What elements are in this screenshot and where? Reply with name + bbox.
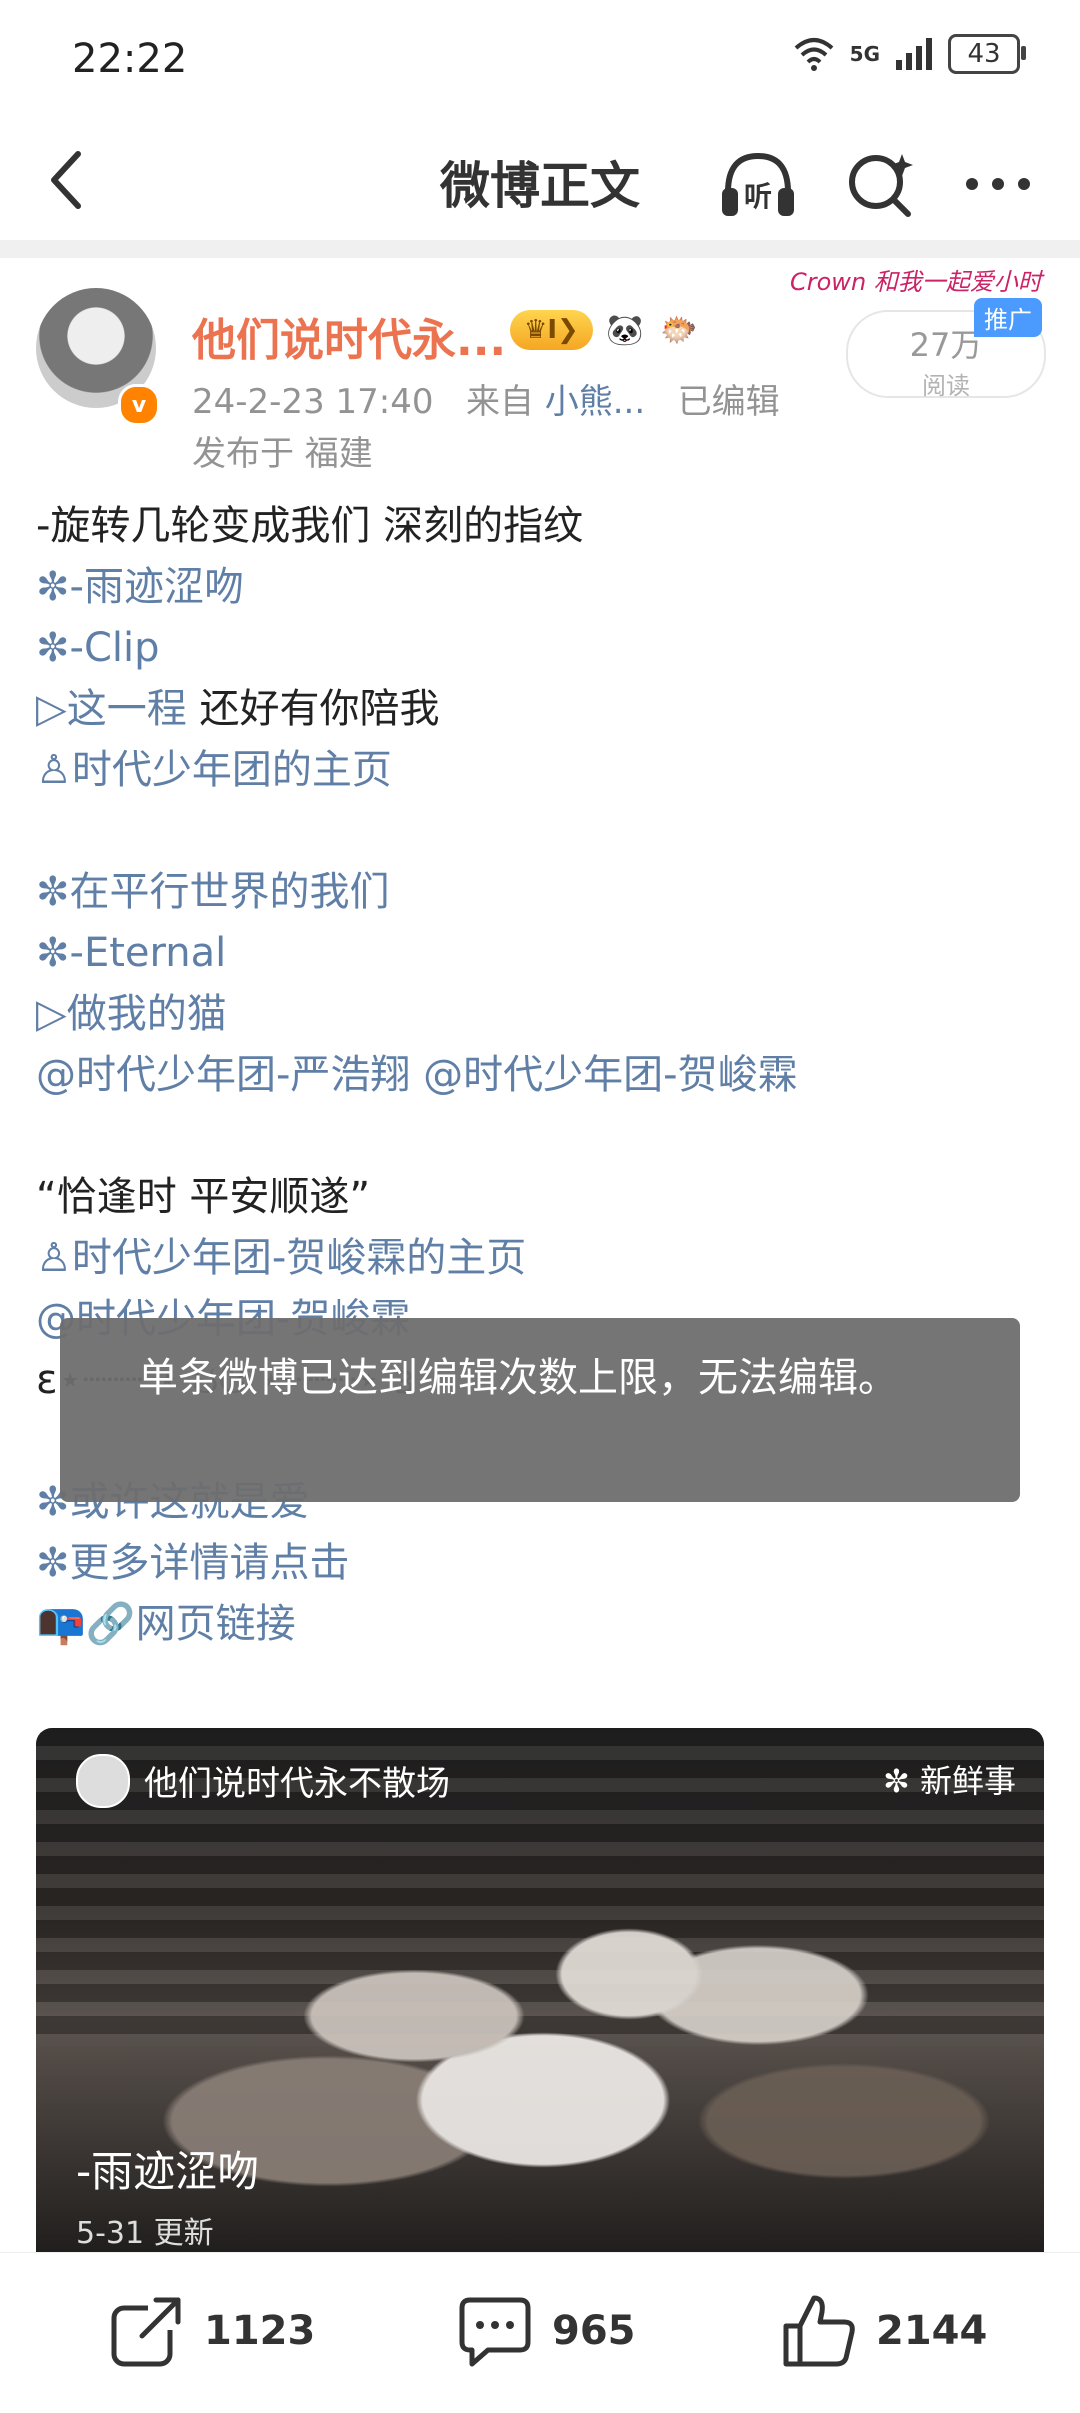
content-text: 📭 — [36, 1601, 86, 1647]
media-card[interactable]: 他们说时代永不散场 ✼ 新鲜事 -雨迹涩吻 5-31 更新 — [36, 1728, 1044, 2258]
crown-sticker: Crown 和我一起爱小时 — [790, 268, 1042, 296]
card-title: -雨迹涩吻 — [76, 2147, 260, 2196]
listen-button[interactable]: 听 — [718, 144, 798, 224]
content-link[interactable]: ✼-Eternal — [36, 930, 226, 976]
repost-button[interactable]: 1123 — [108, 2291, 315, 2371]
bottom-action-bar: 1123 965 2144 — [0, 2252, 1080, 2413]
post-meta: 24-2-23 17:40 来自 小熊... 已编辑 — [192, 374, 780, 423]
edited-label[interactable]: 已编辑 — [678, 382, 780, 422]
top-nav-bar: 微博正文 听 — [0, 120, 1080, 240]
signal-icon — [896, 38, 932, 70]
post-location: 发布于 福建 — [192, 434, 373, 474]
content-text: “恰逢时 平安顺遂” — [36, 1174, 371, 1220]
post-time: 24-2-23 17:40 — [192, 382, 434, 422]
content-line: -旋转几轮变成我们 深刻的指纹 — [36, 496, 1046, 557]
content-link[interactable]: ✼-Clip — [36, 625, 160, 671]
content-line: 📭🔗网页链接 — [36, 1594, 1046, 1655]
content-line: ♙时代少年团的主页 — [36, 740, 1046, 801]
content-line: @时代少年团-严浩翔 @时代少年团-贺峻霖 — [36, 1045, 1046, 1106]
repost-icon — [111, 2294, 184, 2367]
comment-count: 965 — [552, 2308, 636, 2354]
post-source[interactable]: 小熊... — [545, 382, 645, 422]
promo-tag: 推广 — [974, 298, 1042, 337]
content-link[interactable]: @时代少年团-严浩翔 @时代少年团-贺峻霖 — [36, 1052, 798, 1098]
status-bar: 22:22 5G 43 — [0, 0, 1080, 120]
content-line: ✼在平行世界的我们 — [36, 862, 1046, 923]
battery-level: 43 — [967, 39, 1001, 69]
username[interactable]: 他们说时代永... — [192, 304, 506, 368]
card-tag: ✼ 新鲜事 — [883, 1762, 1016, 1800]
more-button[interactable] — [958, 144, 1038, 224]
more-icon — [966, 178, 1030, 190]
content-link[interactable]: 🔗网页链接 — [86, 1601, 296, 1647]
fish-badge-icon: 🐡 — [660, 312, 698, 348]
source-prefix: 来自 — [465, 382, 534, 422]
content-text: 还好有你陪我 — [186, 686, 440, 732]
edit-limit-toast: 单条微博已达到编辑次数上限，无法编辑。 — [60, 1318, 1020, 1502]
thumbs-up-icon — [783, 2295, 855, 2367]
content-link[interactable]: ▷做我的猫 — [36, 991, 227, 1037]
content-line: ▷这一程 还好有你陪我 — [36, 679, 1046, 740]
content-blank-line — [36, 1106, 1046, 1167]
content-line: ♙时代少年团-贺峻霖的主页 — [36, 1228, 1046, 1289]
content-link[interactable]: ✼-雨迹涩吻 — [36, 564, 244, 610]
headphones-icon: 听 — [722, 152, 794, 216]
content-blank-line — [36, 801, 1046, 862]
repost-count: 1123 — [204, 2308, 316, 2354]
content-line: ✼更多详情请点击 — [36, 1533, 1046, 1594]
card-avatar — [76, 1754, 130, 1808]
content-link[interactable]: ♙时代少年团-贺峻霖的主页 — [36, 1235, 526, 1281]
like-button[interactable]: 2144 — [780, 2291, 987, 2371]
content-link[interactable]: ✼在平行世界的我们 — [36, 869, 390, 915]
status-icons: 5G 43 — [792, 34, 1026, 74]
content-text: -旋转几轮变成我们 深刻的指纹 — [36, 503, 584, 549]
card-image — [156, 1848, 1016, 2258]
wifi-icon — [794, 38, 833, 71]
content-link[interactable]: ♙时代少年团的主页 — [36, 747, 392, 793]
level-badge-text: I — [547, 315, 557, 345]
network-type: 5G — [849, 42, 880, 66]
content-line: ✼-雨迹涩吻 — [36, 557, 1046, 618]
like-count: 2144 — [876, 2308, 988, 2354]
level-badge[interactable]: ♛ I ❯ — [510, 310, 593, 350]
content-line: ✼-Clip — [36, 618, 1046, 679]
nav-divider — [0, 240, 1080, 258]
listen-label: 听 — [744, 180, 772, 213]
comment-icon — [459, 2297, 531, 2367]
panda-badge-icon: 🐼 — [606, 312, 644, 348]
search-sparkle-icon — [849, 154, 913, 217]
content-line: ▷做我的猫 — [36, 984, 1046, 1045]
content-link[interactable]: ✼更多详情请点击 — [36, 1540, 350, 1586]
card-author: 他们说时代永不散场 — [144, 1764, 450, 1804]
comment-button[interactable]: 965 — [456, 2291, 636, 2371]
card-date: 5-31 更新 — [76, 2216, 214, 2251]
status-time: 22:22 — [72, 36, 188, 82]
content-line: ✼-Eternal — [36, 923, 1046, 984]
content-link[interactable]: ▷这一程 — [36, 686, 187, 732]
user-badges: ♛ I ❯ 🐼 🐡 — [510, 308, 701, 352]
read-count-label: 阅读 — [922, 372, 970, 400]
battery-icon: 43 — [948, 34, 1026, 74]
content-line: “恰逢时 平安顺遂” — [36, 1167, 1046, 1228]
search-button[interactable] — [840, 144, 920, 224]
verified-badge-icon: v — [118, 384, 160, 426]
